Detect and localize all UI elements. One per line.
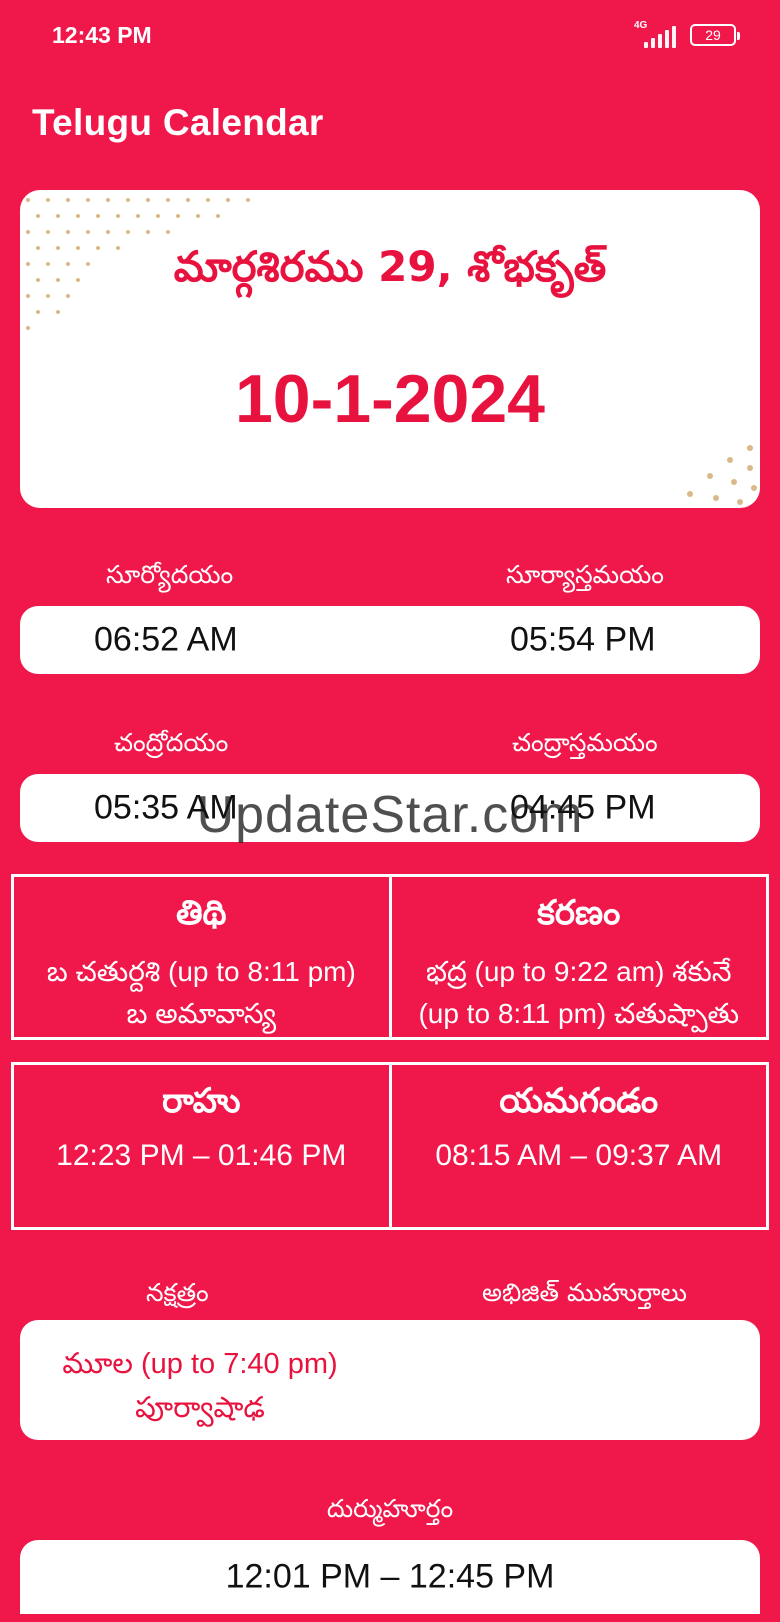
tithi-karanam-box: తిథి బ చతుర్దశి (up to 8:11 pm) బ అమావాస… <box>11 874 769 1040</box>
karanam-cell: కరణం భద్ర (up to 9:22 am) శకునే (up to 8… <box>388 877 767 1037</box>
sunrise-label: సూర్యోదయం <box>106 560 234 589</box>
yamagandam-time: 08:15 AM – 09:37 AM <box>435 1139 723 1172</box>
status-icons: 4G 29 <box>634 20 740 48</box>
tithi-title: తిథి <box>175 893 227 933</box>
sun-times-card: 06:52 AM 05:54 PM <box>20 606 760 674</box>
gregorian-date: 10-1-2024 <box>234 361 546 437</box>
durmuhurtham-time: 12:01 PM – 12:45 PM <box>225 1557 555 1596</box>
karanam-line-1: భద్ర (up to 9:22 am) శకునే <box>425 956 732 987</box>
nakshatram-label: నక్షత్రం <box>146 1278 209 1307</box>
rahu-cell: రాహు 12:23 PM – 01:46 PM <box>14 1065 389 1227</box>
sunset-time: 05:54 PM <box>510 620 656 659</box>
dots-decoration-corner <box>687 445 757 505</box>
moon-times-card: 05:35 AM 04:45 PM <box>20 774 760 842</box>
nakshatram-card: మూల (up to 7:40 pm) పూర్వాషాఢ <box>20 1320 760 1440</box>
rahu-title: రాహు <box>161 1081 241 1121</box>
date-card: మార్గశిరము 29, శోభకృత్ 10-1-2024 <box>20 190 760 508</box>
moonset-label: చంద్రాస్తమయం <box>512 728 658 757</box>
nakshatram-value: మూల (up to 7:40 pm) పూర్వాషాఢ <box>62 1348 338 1424</box>
moonrise-time: 05:35 AM <box>94 788 238 827</box>
durmuhurtham-label: దుర్ముహూర్తం <box>326 1494 454 1523</box>
karanam-line-2: (up to 8:11 pm) చతుష్పాతు <box>418 998 740 1029</box>
yamagandam-title: యమగండం <box>499 1081 659 1121</box>
karanam-title: కరణం <box>537 893 621 933</box>
battery-icon: 29 <box>690 24 740 46</box>
abhijit-label: అభిజిత్ ముహుర్తాలు <box>482 1278 687 1307</box>
sunset-label: సూర్యాస్తమయం <box>506 560 664 589</box>
app-title: Telugu Calendar <box>32 102 324 143</box>
telugu-date: మార్గశిరము 29, శోభకృత్ <box>173 242 607 291</box>
moonrise-label: చంద్రోదయం <box>114 728 229 757</box>
app-bar: Telugu Calendar <box>0 70 780 176</box>
tithi-cell: తిథి బ చతుర్దశి (up to 8:11 pm) బ అమావాస… <box>14 877 389 1037</box>
rahu-time: 12:23 PM – 01:46 PM <box>56 1139 347 1172</box>
yamagandam-cell: యమగండం 08:15 AM – 09:37 AM <box>388 1065 767 1227</box>
status-bar: 12:43 PM 4G 29 <box>0 0 780 70</box>
tithi-line-1: బ చతుర్దశి (up to 8:11 pm) <box>46 956 356 987</box>
durmuhurtham-card: 12:01 PM – 12:45 PM <box>20 1540 760 1614</box>
status-time: 12:43 PM <box>52 21 152 48</box>
sunrise-time: 06:52 AM <box>94 620 238 659</box>
signal-icon: 4G <box>634 20 676 48</box>
tithi-line-2: బ అమావాస్య <box>126 998 277 1029</box>
moonset-time: 04:45 PM <box>510 788 656 827</box>
rahu-yamagandam-box: రాహు 12:23 PM – 01:46 PM యమగండం 08:15 AM… <box>11 1062 769 1230</box>
